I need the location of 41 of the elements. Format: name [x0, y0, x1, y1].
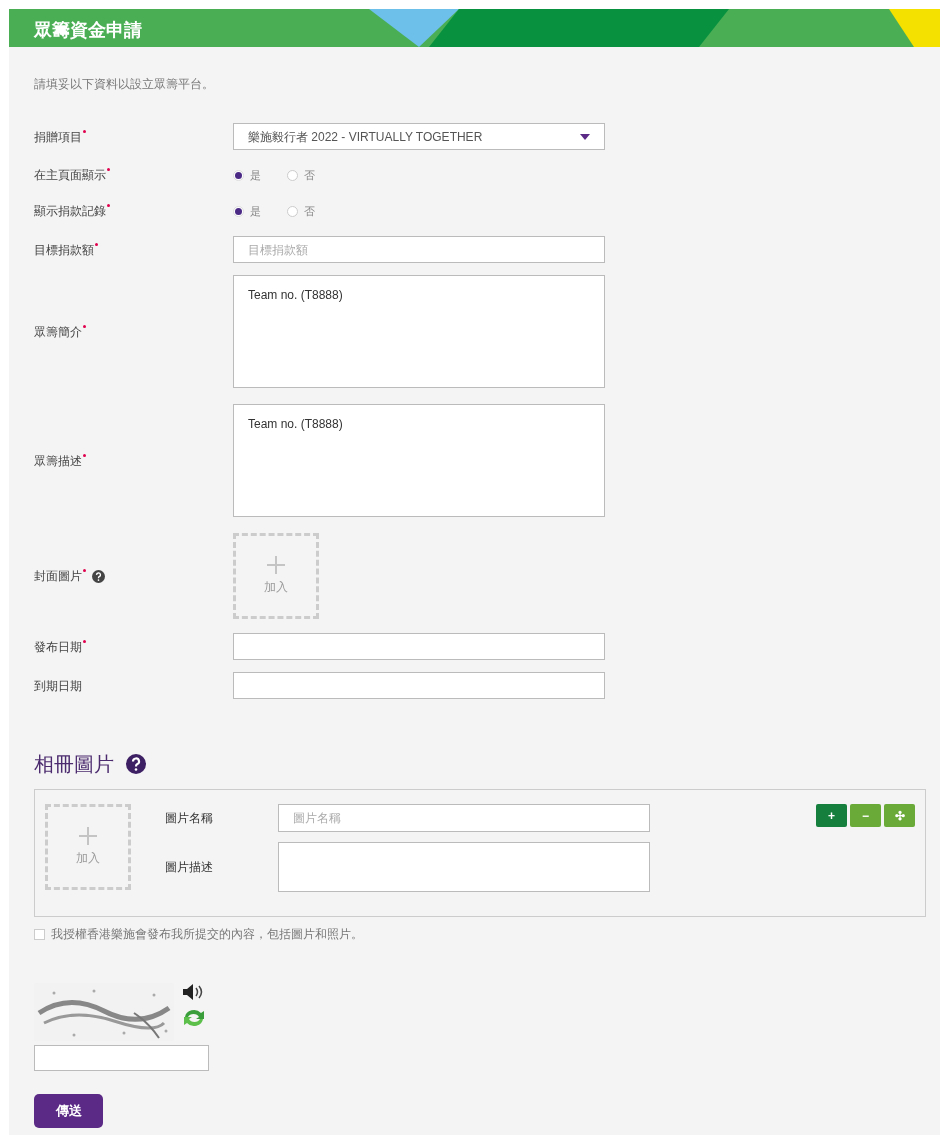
- text-area[interactable]: [278, 842, 650, 892]
- plus-icon: [267, 556, 285, 574]
- field-label: 發布日期: [34, 638, 82, 656]
- banner-corner: [889, 9, 940, 47]
- captcha-input[interactable]: [34, 1045, 209, 1071]
- page-title: 眾籌資金申請: [34, 19, 142, 42]
- section-title: 相冊圖片: [34, 752, 114, 777]
- field-label: 眾籌簡介: [34, 323, 82, 341]
- row-button[interactable]: −: [850, 804, 881, 827]
- help-icon[interactable]: [92, 569, 105, 583]
- intro-text: 請填妥以下資料以設立眾籌平台。: [34, 76, 215, 93]
- field-label: 圖片名稱: [165, 810, 214, 827]
- field-label: 到期日期: [34, 677, 82, 695]
- field-label: 顯示捐款記錄: [34, 203, 106, 220]
- checkbox-label: 我授權香港樂施會發布我所提交的內容，包括圖片和照片。: [51, 926, 363, 943]
- field-label: 在主頁面顯示: [34, 167, 106, 184]
- checkbox[interactable]: [34, 928, 45, 940]
- radio-option[interactable]: 是: [233, 202, 261, 220]
- plus-icon: [79, 827, 97, 845]
- field-label: 圖片描述: [165, 859, 214, 876]
- row-button[interactable]: ✣: [884, 804, 915, 827]
- text-area[interactable]: Team no. (T8888): [233, 404, 605, 517]
- input-field[interactable]: 目標捐款額: [233, 236, 605, 263]
- radio-option[interactable]: 否: [287, 166, 315, 184]
- dropdown[interactable]: 樂施毅行者 2022 - VIRTUALLY TOGETHER: [233, 123, 605, 150]
- field-label: 眾籌描述: [34, 452, 82, 470]
- radio-option[interactable]: 是: [233, 166, 261, 184]
- input-field[interactable]: [233, 672, 605, 699]
- text-area[interactable]: Team no. (T8888): [233, 275, 605, 388]
- submit-button[interactable]: 傳送: [34, 1094, 103, 1128]
- radio-option[interactable]: 否: [287, 202, 315, 220]
- upload-button[interactable]: 加入: [233, 533, 319, 619]
- field-label: 封面圖片: [34, 568, 82, 585]
- field-label: 捐贈項目: [34, 128, 82, 146]
- input-field[interactable]: [233, 633, 605, 660]
- row-button[interactable]: +: [816, 804, 847, 827]
- field-label: 目標捐款額: [34, 241, 94, 259]
- input-field[interactable]: 圖片名稱: [278, 804, 650, 832]
- refresh-icon[interactable]: [182, 1007, 206, 1029]
- upload-button[interactable]: 加入: [45, 804, 131, 890]
- help-icon[interactable]: [126, 754, 146, 774]
